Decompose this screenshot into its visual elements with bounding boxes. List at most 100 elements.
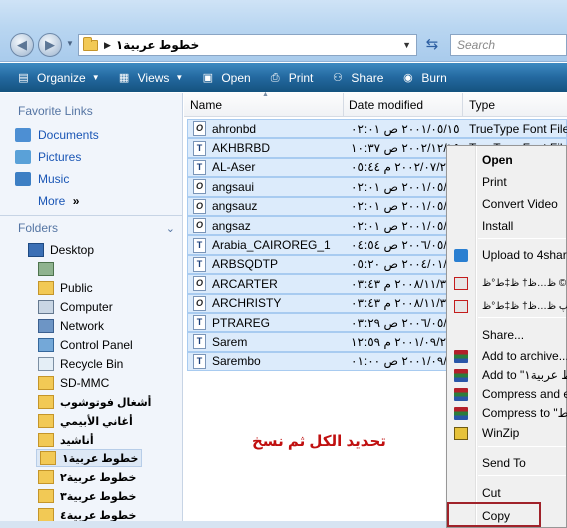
organize-icon: ▤	[18, 71, 29, 84]
file-date: ٢٠٠١/٠٥/١٥ ص ٠٢:٠١	[351, 121, 460, 136]
window-titlebar: ◀ ▶ ▼ ▶ خطوط عربية١ ▼ ⇆ Search	[0, 0, 567, 62]
menu-item-print[interactable]: Print	[447, 172, 567, 192]
file-name: angsauz	[212, 199, 258, 214]
menu-icon-placeholder	[454, 154, 468, 167]
menu-item-winzip[interactable]: WinZip	[447, 423, 567, 443]
tree-item[interactable]: خطوط عربية٣	[38, 487, 136, 505]
column-header-name[interactable]: Name	[190, 98, 222, 112]
tree-item[interactable]: SD-MMC	[38, 374, 109, 392]
refresh-icon: ⇆	[425, 36, 439, 53]
toolbar-print-button[interactable]: ⎙ Print	[268, 71, 314, 85]
back-button[interactable]: ◀	[10, 33, 34, 57]
menu-item-compress-to[interactable]: Compress to "خطوط"	[447, 403, 567, 423]
dropdown-arrow-icon: ▼	[175, 73, 184, 82]
desktop-icon	[28, 243, 44, 257]
opentype-font-icon: O	[193, 218, 206, 234]
navigation-pane: Favorite Links Documents Pictures Music …	[0, 93, 183, 528]
refresh-button[interactable]: ⇆	[420, 35, 444, 55]
sidebar-item-documents[interactable]: Documents	[15, 128, 99, 142]
folder-icon	[38, 414, 54, 428]
menu-item-item[interactable]: ط¥ظ†ط´ط§ط،% ظ…ظ„ظپ ظ…ظ† ظ‡ط°ظ‡	[447, 296, 567, 316]
breadcrumb-separator-icon[interactable]: ▶	[104, 40, 111, 51]
menu-item-send-to[interactable]: Send To	[447, 453, 567, 473]
tree-item[interactable]: Control Panel	[38, 336, 133, 354]
menu-separator	[478, 475, 566, 476]
file-name: Sarem	[212, 334, 248, 349]
file-name: ARCARTER	[212, 276, 278, 291]
file-name: AKHBRBD	[212, 141, 271, 156]
file-name: AL-Aser	[212, 160, 256, 175]
menu-item-convert-video[interactable]: Convert Video	[447, 194, 567, 214]
instruction-caption: تحديد الكل ثم نسخ	[252, 433, 386, 450]
folder-icon	[38, 470, 54, 484]
address-bar[interactable]: ▶ خطوط عربية١ ▼	[78, 34, 417, 56]
menu-item-add-to-archive[interactable]: Add to archive...	[447, 346, 567, 366]
folder-icon	[83, 36, 98, 51]
opentype-font-icon: O	[193, 198, 206, 214]
column-divider[interactable]	[343, 93, 344, 117]
toolbar-burn-button[interactable]: ◉ Burn	[400, 71, 447, 85]
column-header-type[interactable]: Type	[469, 98, 495, 112]
toolbar-organize-button[interactable]: ▤ Organize ▼	[16, 71, 99, 85]
tree-item[interactable]: Computer	[38, 298, 113, 316]
menu-item-open[interactable]: Open	[447, 150, 567, 170]
menu-icon-placeholder	[454, 329, 468, 342]
tree-item[interactable]: خطوط عربية١	[36, 449, 143, 467]
menu-separator	[478, 238, 566, 239]
command-toolbar: ▤ Organize ▼ ▦ Views ▼ ▣ Open ⎙ Print ⚇ Share ◉ Burn	[0, 63, 567, 92]
truetype-font-icon: T	[193, 140, 206, 156]
winrar-icon	[454, 406, 468, 420]
tree-item[interactable]: أشغال فوتوشوب	[38, 393, 151, 411]
address-path[interactable]: خطوط عربية١	[116, 38, 199, 52]
file-date: ٢٠٠١/٠٥/١٥ ص ٠٢:٠١	[351, 179, 460, 194]
control-icon	[38, 338, 54, 352]
truetype-font-icon: T	[193, 256, 206, 272]
pdf-icon	[454, 276, 468, 290]
chevron-down-icon: ⌄	[165, 222, 175, 235]
tree-item[interactable]: Desktop	[28, 241, 94, 259]
file-name: Arabia_CAIROREG_1	[212, 238, 331, 253]
file-date: ٢٠٠١/٠٥/١٥ ص ٠٢:٠١	[351, 218, 460, 233]
tree-item[interactable]: Public	[38, 279, 93, 297]
menu-item-upload-to-4shared[interactable]: Upload to 4shared	[447, 245, 567, 265]
tree-item[interactable]: خطوط عربية٢	[38, 468, 136, 486]
menu-item-add-to[interactable]: Add to "خطوط عربية١"	[447, 365, 567, 385]
forward-button[interactable]: ▶	[38, 33, 62, 57]
open-icon: ▣	[202, 71, 214, 84]
tree-item[interactable]: أغاني الأبيمي	[38, 412, 133, 430]
sidebar-item-music[interactable]: Music	[15, 172, 69, 186]
file-row[interactable]: Oahronbd ٢٠٠١/٠٥/١٥ ص ٠٢:٠١ TrueType Font …	[187, 119, 567, 139]
pictures-icon	[15, 150, 31, 164]
truetype-font-icon: T	[193, 159, 206, 175]
folder-icon	[38, 376, 54, 390]
address-dropdown-icon[interactable]: ▼	[402, 40, 411, 50]
toolbar-views-button[interactable]: ▦ Views ▼	[117, 71, 184, 85]
column-divider[interactable]	[462, 93, 463, 117]
copy-highlight-box	[447, 502, 541, 527]
menu-item-install[interactable]: Install	[447, 216, 567, 236]
winrar-icon	[454, 368, 468, 382]
burn-icon: ◉	[403, 71, 413, 84]
sidebar-item-pictures[interactable]: Pictures	[15, 150, 81, 164]
file-name: ahronbd	[212, 121, 257, 136]
menu-item-share[interactable]: Share...	[447, 325, 567, 345]
column-header-date[interactable]: Date modified	[349, 98, 423, 112]
menu-item-compress-and-email[interactable]: Compress and email...	[447, 384, 567, 404]
folders-toggle[interactable]: Folders ⌄	[0, 215, 183, 240]
search-input[interactable]: Search	[450, 34, 567, 56]
toolbar-share-button[interactable]: ⚇ Share	[330, 71, 383, 85]
more-links-button[interactable]: More »	[38, 194, 79, 208]
tree-item[interactable]: أناشيد	[38, 431, 94, 449]
tree-item[interactable]	[38, 260, 60, 278]
folder-icon	[40, 451, 56, 465]
winzip-icon	[454, 426, 468, 440]
folder-icon	[38, 395, 54, 409]
menu-item-cut[interactable]: Cut	[447, 483, 567, 503]
documents-icon	[15, 128, 31, 142]
toolbar-open-button[interactable]: ▣ Open	[200, 71, 251, 85]
menu-item-item[interactable]: ظ„ط·ظ„ط¨ ظ†ط³ط®ط© ظ…ظ† ظ‡ط°ظ‡	[447, 273, 567, 293]
tree-item[interactable]: Recycle Bin	[38, 355, 123, 373]
tree-item[interactable]: Network	[38, 317, 104, 335]
history-dropdown-icon[interactable]: ▼	[66, 39, 74, 48]
printer-icon: ⎙	[270, 71, 280, 84]
